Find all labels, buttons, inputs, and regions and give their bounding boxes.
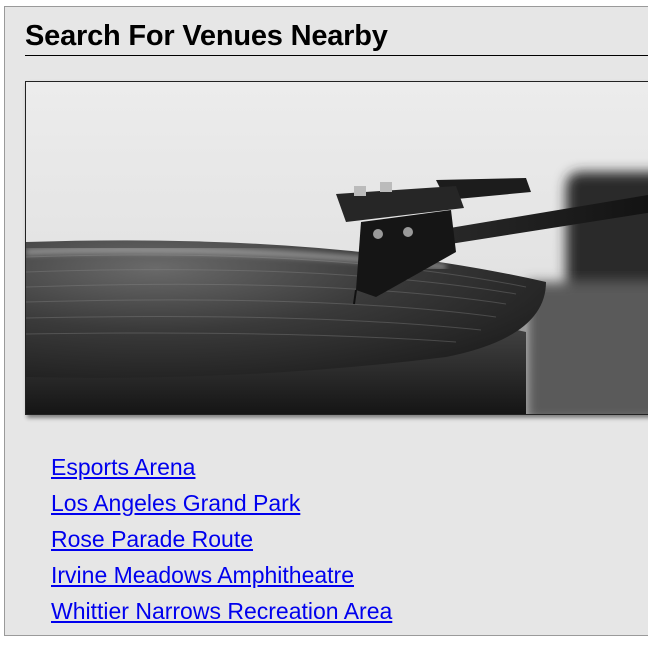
- venue-link-los-angeles-grand-park[interactable]: Los Angeles Grand Park: [51, 490, 300, 516]
- venue-link-rose-parade-route[interactable]: Rose Parade Route: [51, 526, 253, 552]
- venue-search-panel: Search For Venues Nearby Esports Arena L…: [4, 6, 648, 636]
- venue-link-irvine-meadows-amphitheatre[interactable]: Irvine Meadows Amphitheatre: [51, 562, 354, 588]
- list-item: Whittier Narrows Recreation Area: [51, 593, 392, 629]
- list-item: Irvine Meadows Amphitheatre: [51, 557, 392, 593]
- list-item: Rose Parade Route: [51, 521, 392, 557]
- turntable-photo-icon: [26, 82, 648, 414]
- page-title: Search For Venues Nearby: [25, 20, 388, 52]
- list-item: Los Angeles Grand Park: [51, 485, 392, 521]
- turntable-hero-image: [25, 81, 648, 415]
- list-item: Esports Arena: [51, 449, 392, 485]
- venue-link-whittier-narrows-recreation-area[interactable]: Whittier Narrows Recreation Area: [51, 598, 392, 624]
- venue-list: Esports Arena Los Angeles Grand Park Ros…: [51, 449, 392, 629]
- venue-link-esports-arena[interactable]: Esports Arena: [51, 454, 195, 480]
- title-divider: [25, 55, 648, 56]
